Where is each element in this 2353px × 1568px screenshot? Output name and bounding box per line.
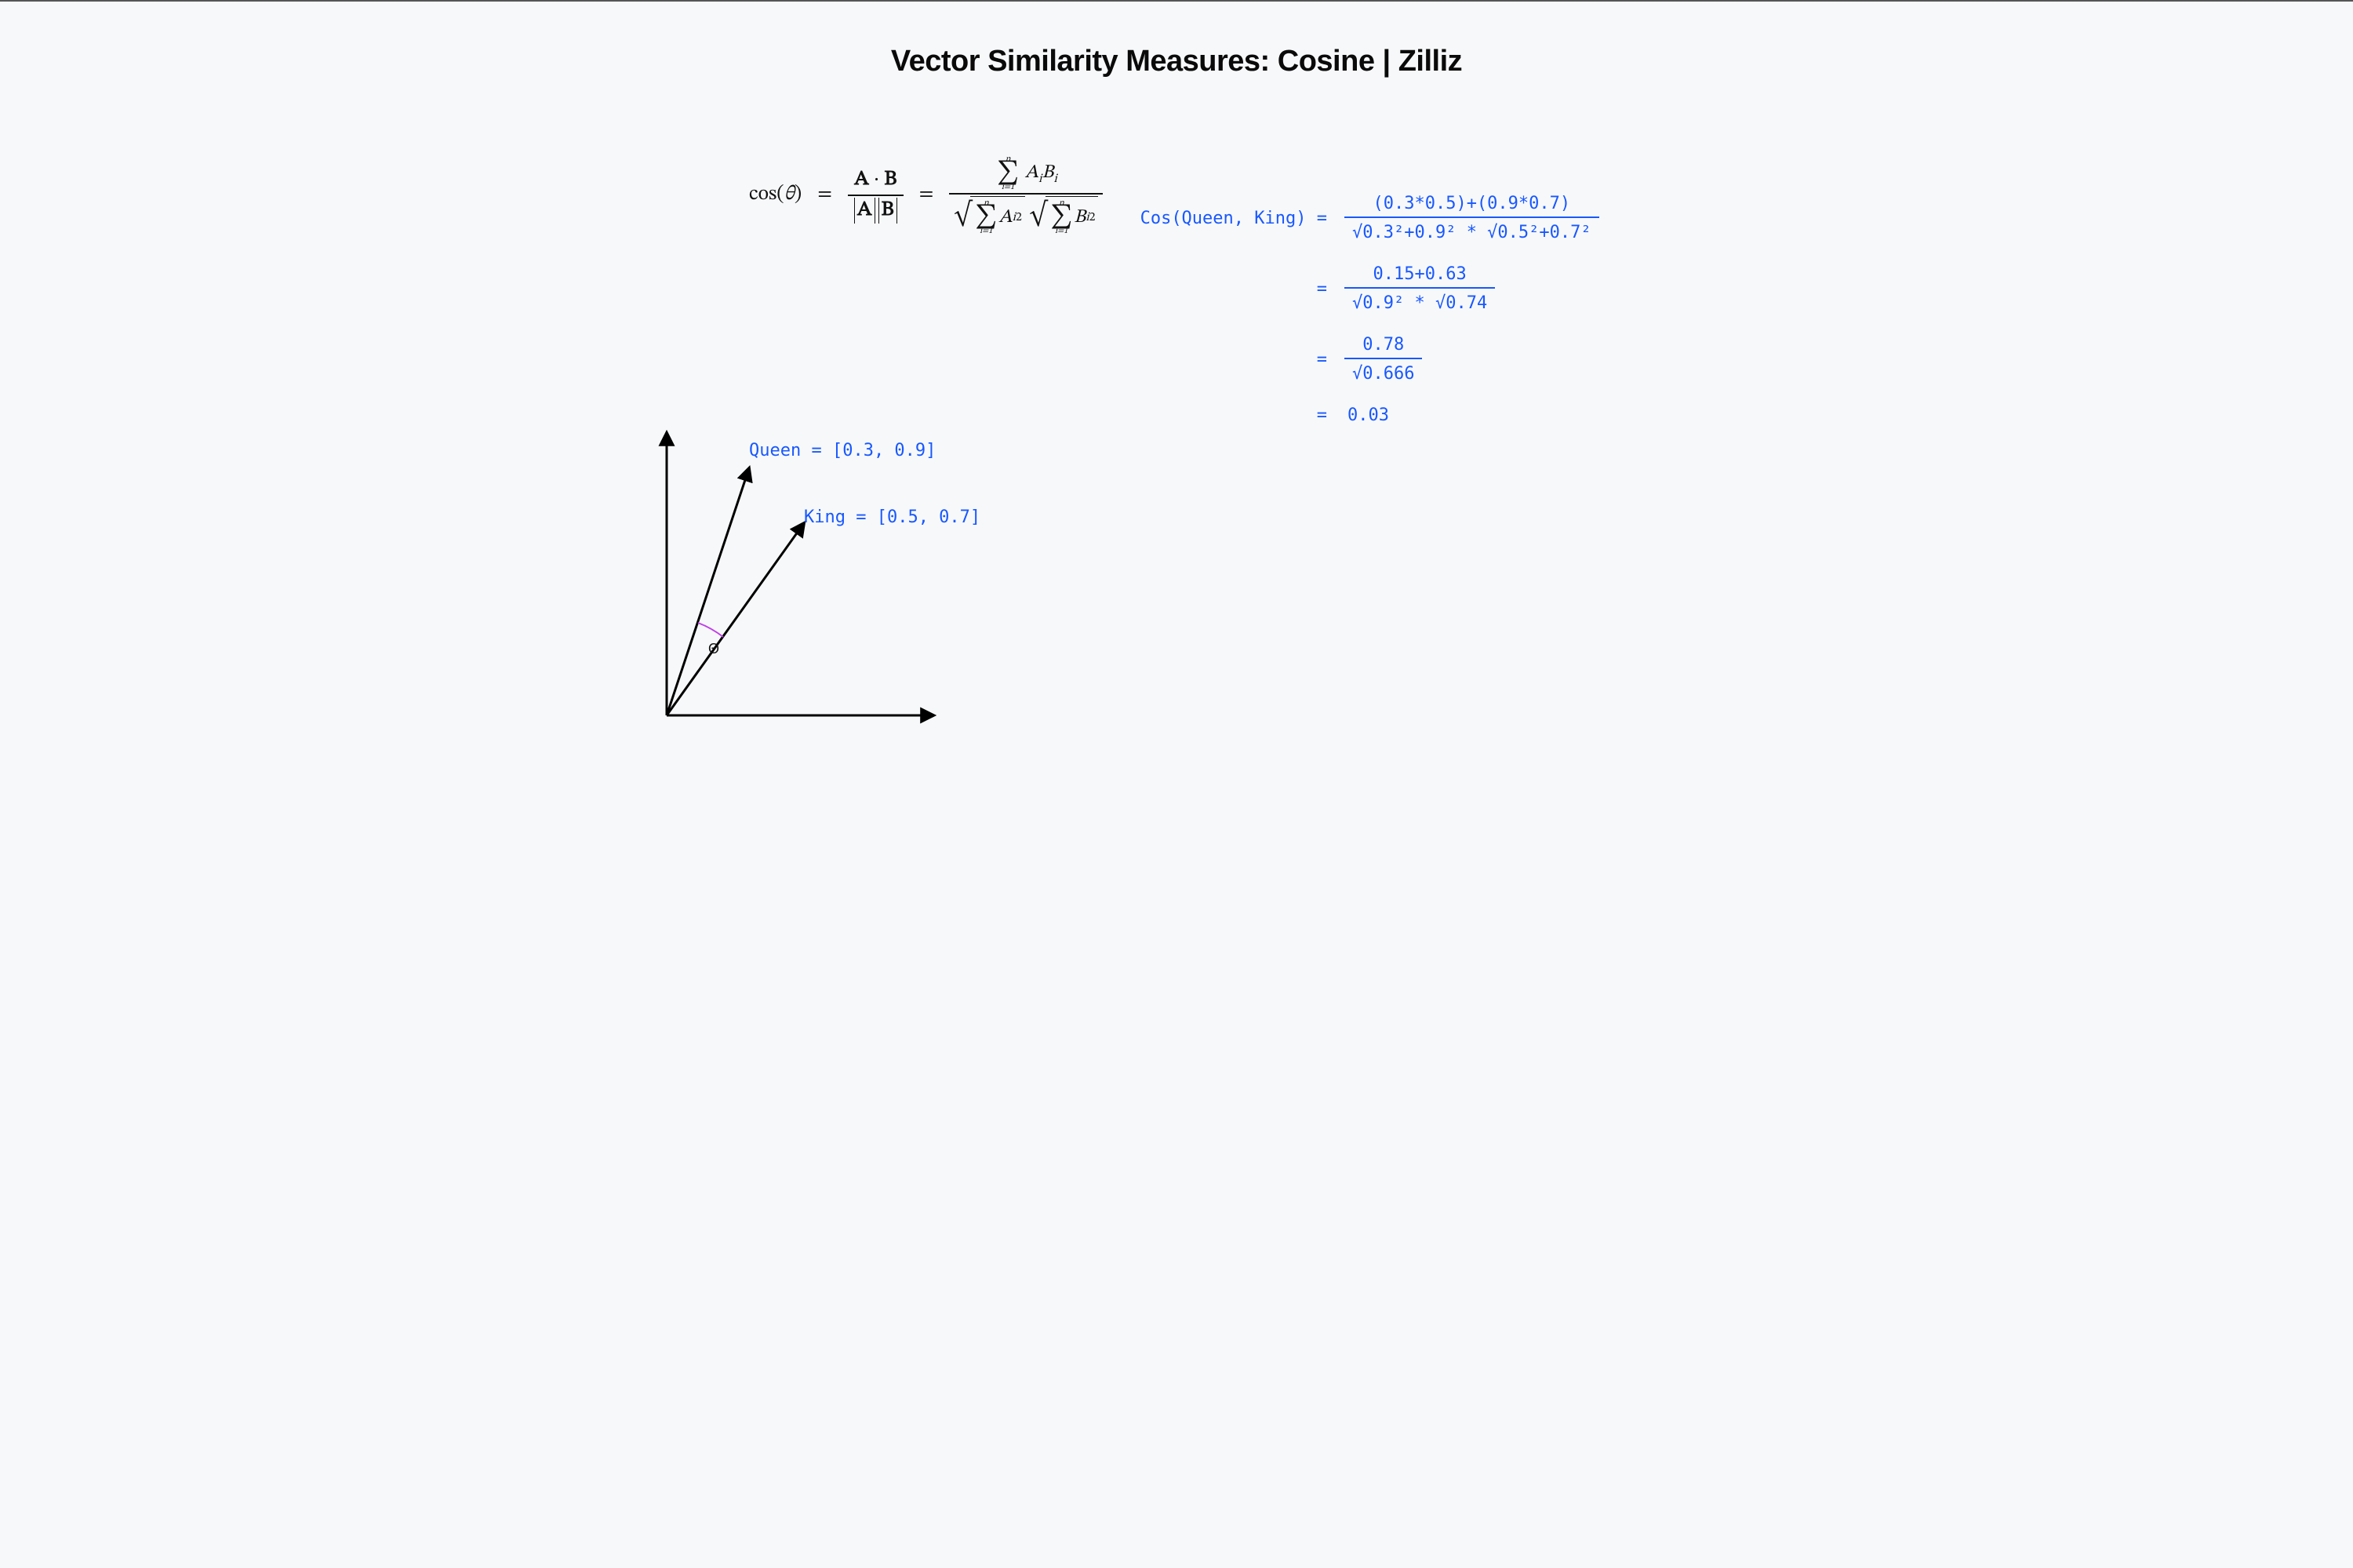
equals-sign: = (913, 182, 940, 208)
work-step-3: = 0.78 √0.666 (1122, 335, 1599, 384)
work-step-1: Cos(Queen, King) = (0.3*0.5)+(0.9*0.7) √… (1122, 194, 1599, 242)
formula-fraction-expanded: n ∑ i=1 AiBi √ n ∑ i=1 Ai2 (949, 155, 1103, 235)
work-step-2: = 0.15+0.63 √0.9² * √0.74 (1122, 264, 1599, 313)
formula-lhs: cos(θ) (749, 182, 802, 208)
king-label: King = [0.5, 0.7] (804, 508, 980, 527)
king-vector (667, 523, 804, 715)
equals-sign: = (811, 182, 838, 208)
work-result: = 0.03 (1122, 406, 1599, 425)
worked-example: Cos(Queen, King) = (0.3*0.5)+(0.9*0.7) √… (1122, 194, 1599, 447)
queen-label: Queen = [0.3, 0.9] (749, 441, 936, 460)
plot-svg (651, 417, 980, 731)
diagram-canvas: Vector Similarity Measures: Cosine | Zil… (588, 2, 1765, 786)
vector-plot: Queen = [0.3, 0.9] King = [0.5, 0.7] Θ (651, 417, 980, 731)
cosine-formula: cos(θ) = A · B AB = n ∑ i=1 AiBi √ (749, 155, 1103, 235)
theta-arc (698, 623, 723, 637)
page-title: Vector Similarity Measures: Cosine | Zil… (588, 45, 1765, 78)
queen-vector (667, 468, 749, 715)
theta-label: Θ (708, 641, 719, 657)
formula-fraction-simple: A · B AB (848, 167, 904, 224)
